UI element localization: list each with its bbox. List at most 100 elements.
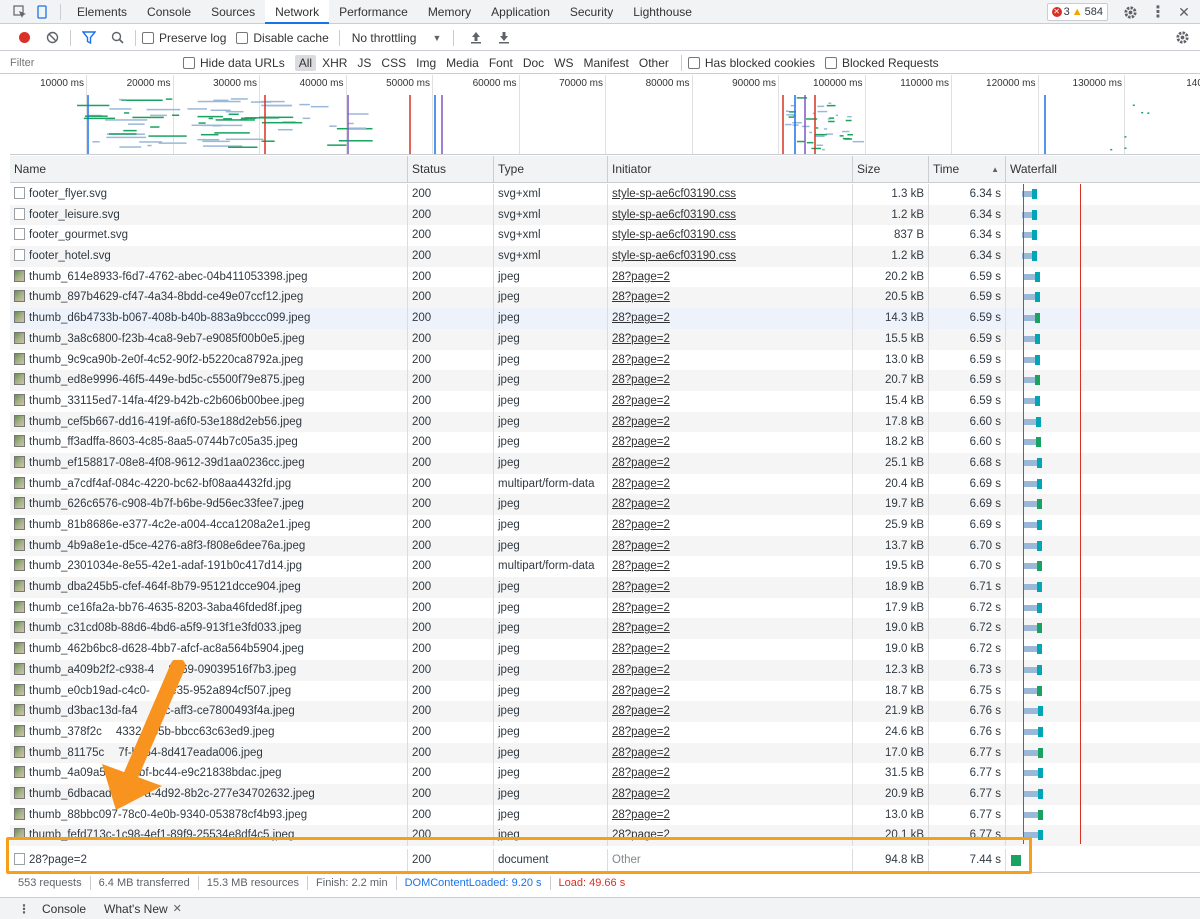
- cell-initiator[interactable]: 28?page=2: [607, 742, 852, 764]
- cell-initiator[interactable]: 28?page=2: [607, 328, 852, 350]
- table-row[interactable]: thumb_c31cd08b-88d6-4bd6-a5f9-913f1e3fd0…: [10, 618, 1200, 640]
- table-row[interactable]: thumb_33115ed7-14fa-4f29-b42b-c2b606b00b…: [10, 390, 1200, 412]
- close-icon[interactable]: ✕: [1172, 0, 1196, 24]
- cell-initiator[interactable]: 28?page=2: [607, 577, 852, 598]
- cell-initiator[interactable]: 28?page=2: [607, 618, 852, 640]
- table-row[interactable]: footer_gourmet.svg 200 svg+xml style-sp-ae6…: [10, 225, 1200, 247]
- import-har-button[interactable]: [464, 26, 488, 50]
- cell-initiator[interactable]: style-sp-ae6cf03190.css: [607, 246, 852, 267]
- cell-initiator[interactable]: 28?page=2: [607, 783, 852, 805]
- filter-type-js[interactable]: JS: [353, 55, 375, 71]
- cell-initiator[interactable]: 28?page=2: [607, 804, 852, 826]
- cell-initiator[interactable]: 28?page=2: [607, 411, 852, 433]
- table-row[interactable]: thumb_fefd713c-1c98-4ef1-89f9-25534e8df4…: [10, 825, 1200, 846]
- cell-initiator[interactable]: 28?page=2: [607, 266, 852, 288]
- table-row[interactable]: thumb_ef158817-08e8-4f08-9612-39d1aa0236…: [10, 452, 1200, 474]
- table-row[interactable]: thumb_d6b4733b-b067-408b-b40b-883a9bccc0…: [10, 308, 1200, 329]
- inspect-element-icon[interactable]: [10, 2, 30, 22]
- disable-cache-checkbox[interactable]: Disable cache: [236, 31, 329, 45]
- cell-initiator[interactable]: 28?page=2: [607, 659, 852, 681]
- filter-type-xhr[interactable]: XHR: [318, 55, 351, 71]
- cell-initiator[interactable]: 28?page=2: [607, 535, 852, 557]
- column-header-name[interactable]: Name: [10, 156, 407, 183]
- cell-initiator[interactable]: 28?page=2: [607, 639, 852, 660]
- table-row[interactable]: thumb_4b9a8e1e-d5ce-4276-a8f3-f808e6dee7…: [10, 535, 1200, 557]
- cell-initiator[interactable]: 28?page=2: [607, 432, 852, 453]
- table-row[interactable]: footer_leisure.svg 200 svg+xml style-sp-ae6…: [10, 204, 1200, 226]
- column-header-size[interactable]: Size: [852, 156, 928, 183]
- table-row[interactable]: thumb_9c9ca90b-2e0f-4c52-90f2-b5220ca879…: [10, 349, 1200, 371]
- column-header-initiator[interactable]: Initiator: [607, 156, 852, 183]
- table-row[interactable]: footer_hotel.svg 200 svg+xml style-sp-ae6cf…: [10, 246, 1200, 267]
- table-row[interactable]: thumb_e0cb19ad-c4c0- 9e35-952a894cf507.jp…: [10, 680, 1200, 702]
- table-row[interactable]: thumb_2301034e-8e55-42e1-adaf-191b0c417d…: [10, 556, 1200, 578]
- cell-initiator[interactable]: 28?page=2: [607, 494, 852, 515]
- table-row[interactable]: thumb_a409b2f2-c938-4 8869-09039516f7b3.j…: [10, 659, 1200, 681]
- table-row[interactable]: footer_flyer.svg 200 svg+xml style-sp-ae6cf…: [10, 184, 1200, 205]
- tab-console[interactable]: Console: [137, 0, 201, 24]
- tab-security[interactable]: Security: [560, 0, 623, 24]
- tab-application[interactable]: Application: [481, 0, 560, 24]
- table-row[interactable]: thumb_dba245b5-cfef-464f-8b79-95121dcce9…: [10, 577, 1200, 598]
- gear-icon[interactable]: [1118, 0, 1142, 24]
- cell-initiator[interactable]: 28?page=2: [607, 556, 852, 578]
- column-header-status[interactable]: Status: [407, 156, 493, 183]
- cell-initiator[interactable]: 28?page=2: [607, 597, 852, 619]
- table-row[interactable]: thumb_6dbacad 007a-4d92-8b2c-277e34702632…: [10, 783, 1200, 805]
- blocked-requests-checkbox[interactable]: Blocked Requests: [824, 56, 939, 70]
- network-overview[interactable]: 10000 ms 20000 ms 30000 ms 40000 ms 50000 ms…: [10, 75, 1200, 155]
- filter-type-manifest[interactable]: Manifest: [580, 55, 633, 71]
- column-header-time[interactable]: Time ▲: [928, 156, 1005, 183]
- table-row[interactable]: thumb_d3bac13d-fa4 dbc-aff3-ce7800493f4a.…: [10, 701, 1200, 722]
- tab-lighthouse[interactable]: Lighthouse: [623, 0, 702, 24]
- cell-initiator[interactable]: 28?page=2: [607, 721, 852, 743]
- filter-input[interactable]: [10, 53, 175, 72]
- cell-initiator[interactable]: 28?page=2: [607, 349, 852, 371]
- table-row[interactable]: thumb_ff3adffa-8603-4c85-8aa5-0744b7c05a…: [10, 432, 1200, 453]
- filter-type-media[interactable]: Media: [442, 55, 483, 71]
- table-row[interactable]: thumb_a7cdf4af-084c-4220-bc62-bf08aa4432…: [10, 473, 1200, 495]
- table-row[interactable]: thumb_462b6bc8-d628-4bb7-afcf-ac8a564b59…: [10, 639, 1200, 660]
- table-row[interactable]: thumb_81175c 7f-bb54-8d417eada006.jpeg 200…: [10, 742, 1200, 764]
- table-row[interactable]: thumb_897b4629-cf47-4a34-8bdd-ce49e07ccf…: [10, 287, 1200, 309]
- cell-initiator[interactable]: 28?page=2: [607, 701, 852, 722]
- cell-initiator[interactable]: style-sp-ae6cf03190.css: [607, 184, 852, 205]
- has-blocked-cookies-checkbox[interactable]: Has blocked cookies: [687, 56, 815, 70]
- table-row[interactable]: thumb_cef5b667-dd16-419f-a6f0-53e188d2eb…: [10, 411, 1200, 433]
- drawer-menu-icon[interactable]: ⋮: [18, 902, 30, 916]
- cell-initiator[interactable]: 28?page=2: [607, 473, 852, 495]
- filter-type-img[interactable]: Img: [412, 55, 440, 71]
- search-button[interactable]: [105, 26, 129, 50]
- clear-button[interactable]: [40, 26, 64, 50]
- issues-badge[interactable]: ✕ 3 ▲ 584: [1046, 3, 1108, 21]
- record-button[interactable]: [12, 26, 36, 50]
- cell-initiator[interactable]: 28?page=2: [607, 515, 852, 536]
- column-header-type[interactable]: Type: [493, 156, 607, 183]
- table-row[interactable]: thumb_88bbc097-78c0-4e0b-9340-053878cf4b…: [10, 804, 1200, 826]
- hide-data-urls-checkbox[interactable]: Hide data URLs: [183, 56, 285, 70]
- cell-initiator[interactable]: style-sp-ae6cf03190.css: [607, 225, 852, 247]
- filter-type-other[interactable]: Other: [635, 55, 673, 71]
- network-settings-button[interactable]: [1170, 26, 1194, 50]
- filter-type-font[interactable]: Font: [485, 55, 517, 71]
- table-row[interactable]: thumb_4a09a51 47bf-bc44-e9c21838bdac.jpeg…: [10, 763, 1200, 784]
- table-row[interactable]: thumb_378f2c 4332-985b-bbcc63c63ed9.jpeg 2…: [10, 721, 1200, 743]
- table-row[interactable]: thumb_614e8933-f6d7-4762-abec-04b4110533…: [10, 266, 1200, 288]
- table-row[interactable]: thumb_ed8e9996-46f5-449e-bd5c-c5500f79e8…: [10, 370, 1200, 391]
- cell-initiator[interactable]: 28?page=2: [607, 452, 852, 474]
- more-options-icon[interactable]: ⋮: [1146, 0, 1170, 24]
- preserve-log-checkbox[interactable]: Preserve log: [142, 31, 226, 45]
- filter-type-ws[interactable]: WS: [550, 55, 577, 71]
- cell-initiator[interactable]: 28?page=2: [607, 390, 852, 412]
- cell-initiator[interactable]: style-sp-ae6cf03190.css: [607, 204, 852, 226]
- cell-initiator[interactable]: 28?page=2: [607, 763, 852, 784]
- tab-memory[interactable]: Memory: [418, 0, 481, 24]
- tab-sources[interactable]: Sources: [201, 0, 265, 24]
- column-header-waterfall[interactable]: Waterfall: [1005, 156, 1200, 183]
- cell-initiator[interactable]: 28?page=2: [607, 680, 852, 702]
- cell-initiator[interactable]: 28?page=2: [607, 370, 852, 391]
- filter-type-css[interactable]: CSS: [377, 55, 410, 71]
- table-row[interactable]: thumb_81b8686e-e377-4c2e-a004-4cca1208a2…: [10, 515, 1200, 536]
- table-row[interactable]: thumb_ce16fa2a-bb76-4635-8203-3aba46fded…: [10, 597, 1200, 619]
- drawer-tab-console[interactable]: Console: [42, 902, 86, 916]
